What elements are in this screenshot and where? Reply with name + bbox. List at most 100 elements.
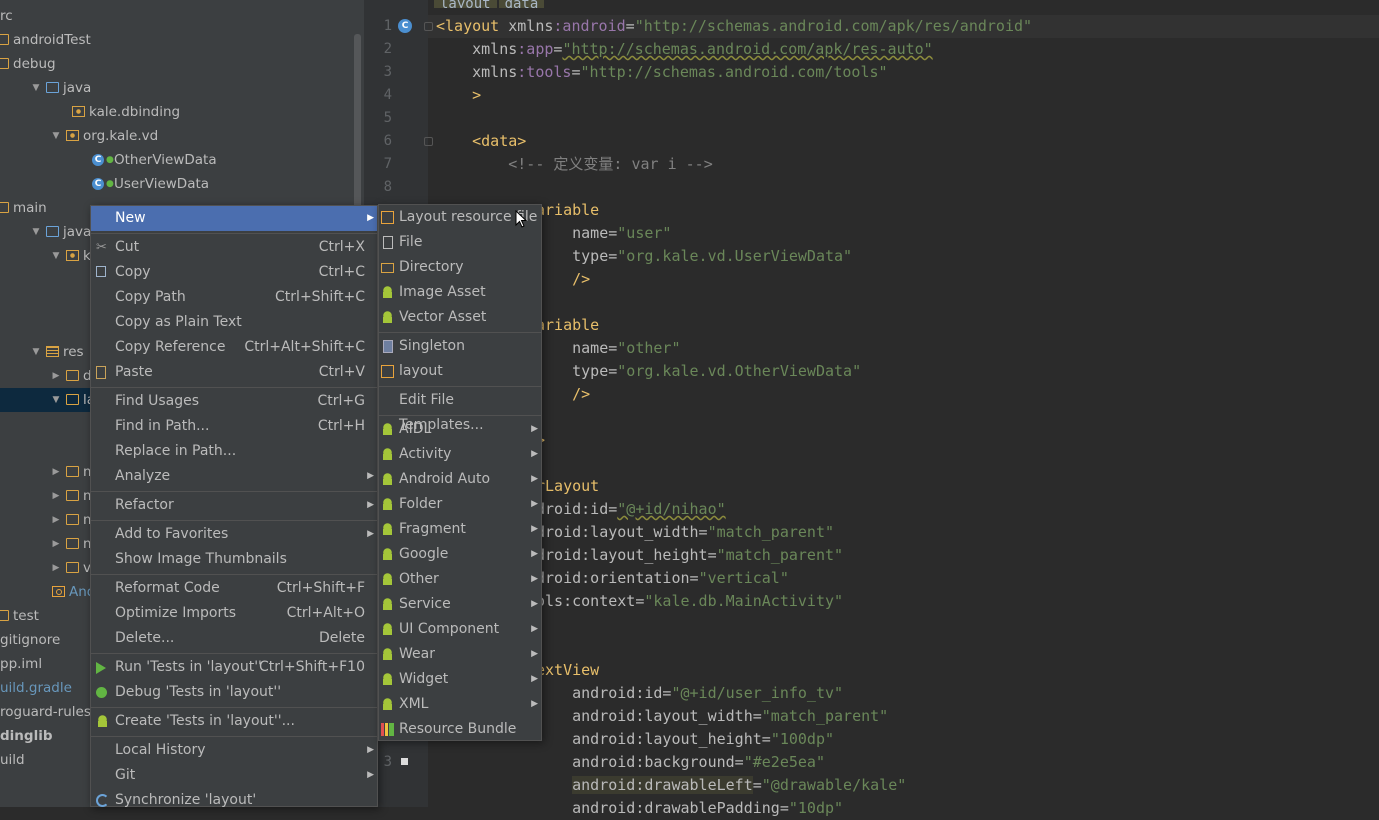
expand-arrow-icon[interactable]: ▼ (51, 388, 61, 412)
menu-item-refactor[interactable]: Refactor ▶ (91, 493, 377, 518)
tree-row[interactable]: androidTest (0, 28, 364, 52)
collapse-arrow-icon[interactable]: ▶ (51, 460, 61, 484)
expand-arrow-icon[interactable]: ▼ (31, 340, 41, 364)
collapse-arrow-icon[interactable]: ▶ (51, 556, 61, 580)
submenu-item-activity[interactable]: Activity ▶ (379, 442, 541, 467)
menu-item-add-to-favorites[interactable]: Add to Favorites ▶ (91, 522, 377, 547)
menu-item-run-tests-in-layout[interactable]: Run 'Tests in 'layout'' Ctrl+Shift+F10 (91, 655, 377, 680)
collapse-arrow-icon[interactable]: ▶ (51, 484, 61, 508)
expand-arrow-icon[interactable]: ▼ (31, 220, 41, 244)
submenu-item-singleton[interactable]: Singleton (379, 334, 541, 359)
menu-item-find-in-path[interactable]: Find in Path... Ctrl+H (91, 414, 377, 439)
submenu-item-widget[interactable]: Widget ▶ (379, 667, 541, 692)
editor-tab[interactable]: layout (434, 0, 497, 8)
menu-item-local-history[interactable]: Local History ▶ (91, 738, 377, 763)
menu-item-copy-reference[interactable]: Copy Reference Ctrl+Alt+Shift+C (91, 335, 377, 360)
submenu-arrow-icon: ▶ (531, 549, 538, 559)
code-line[interactable]: name="other" (536, 337, 680, 360)
code-line[interactable]: ariable (536, 314, 599, 337)
fold-marker-icon[interactable] (424, 22, 433, 31)
code-line[interactable]: /> (536, 383, 590, 406)
menu-item-create-tests-in-layout[interactable]: Create 'Tests in 'layout''... (91, 709, 377, 734)
code-line[interactable]: ols:context="kale.db.MainActivity" (536, 590, 843, 613)
menu-item-cut[interactable]: ✂ Cut Ctrl+X (91, 235, 377, 260)
code-line[interactable]: android:layout_width="match_parent" (536, 705, 888, 728)
code-line[interactable]: android:id="@+id/user_info_tv" (536, 682, 843, 705)
code-line[interactable]: name="user" (536, 222, 671, 245)
code-line[interactable]: android:layout_height="100dp" (536, 728, 834, 751)
menu-item-git[interactable]: Git ▶ (91, 763, 377, 788)
tree-row[interactable]: debug (0, 52, 364, 76)
menu-item-paste[interactable]: Paste Ctrl+V (91, 360, 377, 385)
tree-row[interactable]: rc (0, 4, 364, 28)
code-line[interactable]: android:drawablePadding="10dp" (536, 797, 843, 820)
submenu-item-edit-file-templates[interactable]: Edit File Templates... (379, 388, 541, 433)
menu-item-copy-as-plain-text[interactable]: Copy as Plain Text (91, 310, 377, 335)
expand-arrow-icon[interactable]: ▼ (31, 76, 41, 100)
expand-arrow-icon[interactable]: ▼ (51, 244, 61, 268)
code-line[interactable]: type="org.kale.vd.UserViewData" (536, 245, 852, 268)
tree-row[interactable]: ▼ java (0, 76, 364, 100)
code-line[interactable]: ariable (536, 199, 599, 222)
code-line[interactable]: <data> (436, 130, 526, 153)
bookmark-gutter-icon[interactable] (401, 758, 408, 765)
tree-row[interactable]: C ● UserViewData (0, 172, 364, 196)
code-line[interactable]: xmlns:tools="http://schemas.android.com/… (436, 61, 887, 84)
menu-item-reformat-code[interactable]: Reformat Code Ctrl+Shift+F (91, 576, 377, 601)
collapse-arrow-icon[interactable]: ▶ (51, 508, 61, 532)
submenu-item-resource-bundle[interactable]: Resource Bundle (379, 717, 541, 742)
menu-item-label: New (115, 210, 146, 226)
expand-arrow-icon[interactable]: ▼ (51, 124, 61, 148)
menu-item-synchronize-layout[interactable]: Synchronize 'layout' (91, 788, 377, 813)
submenu-arrow-icon: ▶ (367, 770, 374, 780)
submenu-item-google[interactable]: Google ▶ (379, 542, 541, 567)
code-line[interactable]: droid:layout_width="match_parent" (536, 521, 834, 544)
code-line[interactable]: android:background="#e2e5ea" (536, 751, 825, 774)
code-line[interactable]: android:drawableLeft="@drawable/kale" (536, 774, 906, 797)
class-gutter-icon[interactable]: C (398, 19, 412, 33)
code-line[interactable]: > (436, 84, 481, 107)
fold-marker-icon[interactable] (424, 137, 433, 146)
menu-item-delete[interactable]: Delete... Delete (91, 626, 377, 651)
menu-item-copy[interactable]: Copy Ctrl+C (91, 260, 377, 285)
submenu-item-file[interactable]: File (379, 230, 541, 255)
submenu-item-image-asset[interactable]: Image Asset (379, 280, 541, 305)
menu-item-show-image-thumbnails[interactable]: Show Image Thumbnails (91, 547, 377, 572)
code-line[interactable]: type="org.kale.vd.OtherViewData" (536, 360, 861, 383)
tree-row[interactable]: ▼ org.kale.vd (0, 124, 364, 148)
submenu-item-wear[interactable]: Wear ▶ (379, 642, 541, 667)
submenu-item-android-auto[interactable]: Android Auto ▶ (379, 467, 541, 492)
code-line[interactable]: <layout xmlns:android="http://schemas.an… (436, 15, 1032, 38)
tree-row[interactable]: kale.dbinding (0, 100, 364, 124)
code-line[interactable]: xmlns:app="http://schemas.android.com/ap… (436, 38, 933, 61)
code-line[interactable]: rLayout (536, 475, 599, 498)
editor-tab[interactable]: data (498, 0, 545, 8)
code-line[interactable]: /> (536, 268, 590, 291)
menu-item-replace-in-path[interactable]: Replace in Path... (91, 439, 377, 464)
submenu-item-folder[interactable]: Folder ▶ (379, 492, 541, 517)
code-line[interactable]: droid:layout_height="match_parent" (536, 544, 843, 567)
collapse-arrow-icon[interactable]: ▶ (51, 364, 61, 388)
menu-item-find-usages[interactable]: Find Usages Ctrl+G (91, 389, 377, 414)
submenu-item-other[interactable]: Other ▶ (379, 567, 541, 592)
menu-item-optimize-imports[interactable]: Optimize Imports Ctrl+Alt+O (91, 601, 377, 626)
submenu-item-fragment[interactable]: Fragment ▶ (379, 517, 541, 542)
collapse-arrow-icon[interactable]: ▶ (51, 532, 61, 556)
submenu-item-directory[interactable]: Directory (379, 255, 541, 280)
submenu-item-aidl[interactable]: AIDL ▶ (379, 417, 541, 442)
submenu-item-ui-component[interactable]: UI Component ▶ (379, 617, 541, 642)
menu-item-analyze[interactable]: Analyze ▶ (91, 464, 377, 489)
tree-row[interactable]: C ● OtherViewData (0, 148, 364, 172)
menu-item-debug-tests-in-layout[interactable]: Debug 'Tests in 'layout'' (91, 680, 377, 705)
menu-item-new[interactable]: New ▶ (91, 206, 377, 231)
mouse-cursor-icon (515, 210, 527, 228)
code-line[interactable]: <!-- 定义变量: var i --> (436, 153, 713, 176)
submenu-item-vector-asset[interactable]: Vector Asset (379, 305, 541, 330)
submenu-item-service[interactable]: Service ▶ (379, 592, 541, 617)
code-line[interactable]: droid:id="@+id/nihao" (536, 498, 726, 521)
submenu-item-layout[interactable]: layout (379, 359, 541, 384)
submenu-item-xml[interactable]: XML ▶ (379, 692, 541, 717)
menu-item-copy-path[interactable]: Copy Path Ctrl+Shift+C (91, 285, 377, 310)
code-line[interactable]: extView (536, 659, 599, 682)
code-line[interactable]: droid:orientation="vertical" (536, 567, 789, 590)
